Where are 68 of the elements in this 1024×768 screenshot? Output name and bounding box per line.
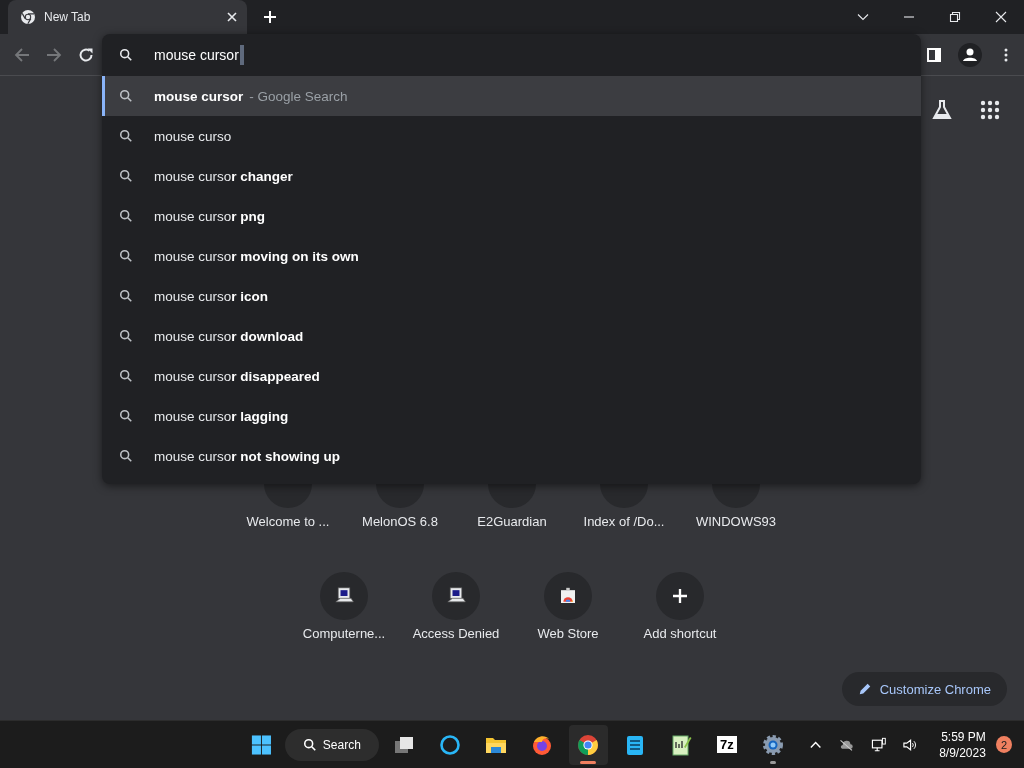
- browser-tab[interactable]: New Tab: [8, 0, 247, 34]
- apps-grid-icon[interactable]: [978, 98, 1002, 122]
- search-icon: [119, 129, 133, 143]
- ring-icon[interactable]: [438, 732, 463, 757]
- shortcut-label: Computerne...: [302, 626, 386, 641]
- search-icon: [119, 89, 133, 103]
- browser-logo-icon: [20, 9, 36, 25]
- new-tab-icon[interactable]: [263, 10, 277, 24]
- suggestion-item[interactable]: mouse cursor lagging: [102, 396, 921, 436]
- suggestion-item[interactable]: mouse cursor icon: [102, 276, 921, 316]
- search-icon: [119, 48, 133, 62]
- clock-date[interactable]: 8/9/2023: [939, 744, 986, 761]
- shortcut-label: MelonOS 6.8: [362, 514, 438, 529]
- search-icon: [119, 449, 133, 463]
- shortcut-label: Add shortcut: [643, 626, 717, 641]
- chevron-down-icon[interactable]: [857, 11, 869, 23]
- shortcut-label: WINDOWS93: [695, 514, 777, 529]
- address-field[interactable]: mouse cursor: [102, 34, 921, 76]
- shortcut-label: Access Denied: [412, 626, 500, 641]
- search-icon: [119, 329, 133, 343]
- search-button[interactable]: Search: [284, 728, 379, 761]
- restore-icon[interactable]: [949, 11, 961, 23]
- flask-icon[interactable]: [930, 98, 954, 122]
- taskbar-button[interactable]: [569, 724, 608, 765]
- text-cursor: [239, 45, 244, 65]
- search-icon: [119, 289, 133, 303]
- notification-badge[interactable]: 2: [995, 736, 1013, 753]
- profile-icon[interactable]: [958, 42, 982, 67]
- tab-title: New Tab: [44, 10, 92, 24]
- gear-icon[interactable]: [761, 732, 786, 757]
- running-indicator: [580, 760, 597, 764]
- address-text: mouse cursor: [154, 47, 239, 63]
- shortcut-tile[interactable]: [432, 572, 480, 620]
- search-icon: [119, 249, 133, 263]
- suggestion-item[interactable]: mouse cursor download: [102, 316, 921, 356]
- pencil-icon: [857, 682, 872, 696]
- search-icon: [119, 209, 133, 223]
- suggestion-item[interactable]: mouse cursor not showing up: [102, 436, 921, 476]
- shortcut-tile[interactable]: [544, 572, 592, 620]
- suggestion-item[interactable]: mouse curso: [102, 116, 921, 156]
- search-icon: [119, 369, 133, 383]
- volume-icon[interactable]: [901, 736, 918, 753]
- clock-time[interactable]: 5:59 PM: [941, 728, 986, 745]
- shortcut-tile[interactable]: [320, 572, 368, 620]
- side-panel-icon[interactable]: [926, 46, 942, 63]
- suggestion-item[interactable]: mouse cursor disappeared: [102, 356, 921, 396]
- suggestion-item[interactable]: mouse cursor changer: [102, 156, 921, 196]
- search-icon: [119, 169, 133, 183]
- archive-app-icon[interactable]: 7z: [717, 736, 737, 753]
- suggestion-item[interactable]: mouse cursor - Google Search: [102, 76, 921, 116]
- shortcut-label: Web Store: [537, 626, 599, 641]
- search-icon: [119, 409, 133, 423]
- shortcut-label: E2Guardian: [477, 514, 547, 529]
- running-indicator: [770, 760, 777, 764]
- customize-button[interactable]: Customize Chrome: [841, 672, 1007, 706]
- search-icon: [302, 737, 317, 752]
- close-icon[interactable]: [227, 12, 237, 22]
- network-icon[interactable]: [870, 736, 886, 753]
- shortcut-label: Index of /Do...: [583, 514, 665, 529]
- chrome-logo-icon[interactable]: [576, 732, 601, 757]
- shortcut-tile[interactable]: [656, 572, 704, 620]
- close-icon[interactable]: [995, 11, 1007, 23]
- taskbar-button[interactable]: 7z: [707, 724, 746, 765]
- suggestion-item[interactable]: mouse cursor png: [102, 196, 921, 236]
- shortcut-label: Welcome to ...: [246, 514, 330, 529]
- suggestion-item[interactable]: mouse cursor moving on its own: [102, 236, 921, 276]
- windows-start-icon[interactable]: [250, 732, 273, 757]
- reload-icon[interactable]: [78, 46, 94, 63]
